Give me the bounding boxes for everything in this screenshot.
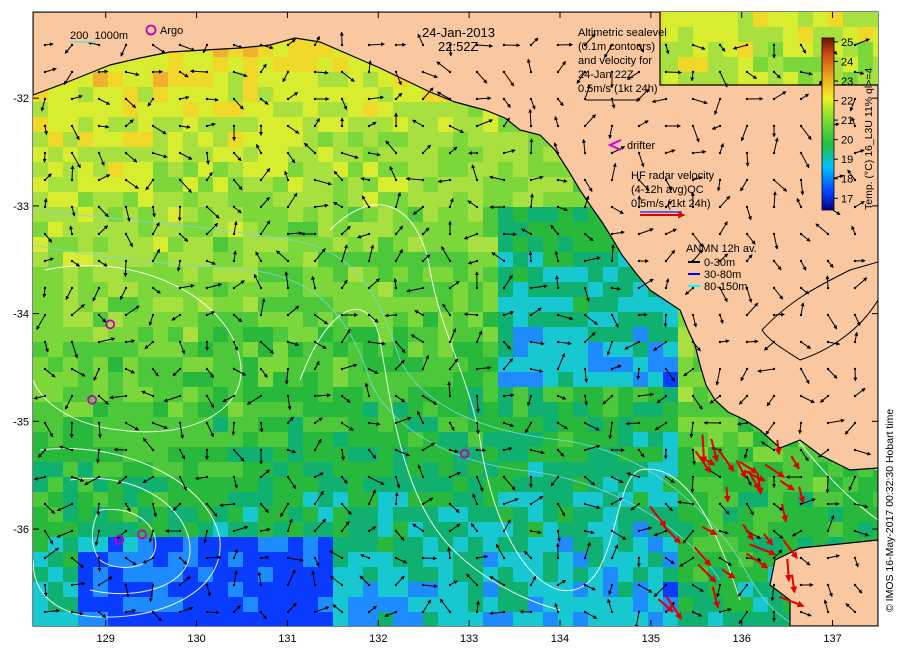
colorbar-tick-label: 20 xyxy=(841,135,853,147)
svg-text:80-150m: 80-150m xyxy=(704,281,747,293)
svg-text:30-80m: 30-80m xyxy=(704,269,741,281)
credit-text: © IMOS 16-May-2017 00:32:30 Hobart time xyxy=(884,409,896,612)
hf-radar-note: HF radar velocity (4-12h avg)QC 0.5m/s (… xyxy=(631,170,715,219)
x-tick-label: 137 xyxy=(823,633,841,645)
bathymetry-legend-label: 200 1000m xyxy=(70,30,128,42)
y-tick-label: -36 xyxy=(13,524,29,536)
title-time: 22:52Z xyxy=(438,39,479,54)
colorbar-tick-label: 18 xyxy=(841,174,853,186)
svg-text:0.5m/s (1kt 24h): 0.5m/s (1kt 24h) xyxy=(631,198,710,210)
svg-text:(4-12h avg)QC: (4-12h avg)QC xyxy=(631,184,704,196)
colorbar-tick-label: 22 xyxy=(841,96,853,108)
x-tick-label: 135 xyxy=(642,633,660,645)
x-tick-label: 130 xyxy=(187,633,205,645)
y-tick-label: -33 xyxy=(13,201,29,213)
colorbar-tick-label: 17 xyxy=(841,193,853,205)
x-tick-label: 132 xyxy=(369,633,387,645)
y-tick-label: -34 xyxy=(13,309,29,321)
sst-map-figure: 25 24 23 22 21 20 19 18 17 Temp. (°C) 16_L3U 11%… xyxy=(13,11,896,645)
svg-text:0.5m/s (1kt 24h): 0.5m/s (1kt 24h) xyxy=(578,83,657,95)
x-tick-label: 129 xyxy=(97,633,115,645)
y-tick-label: -32 xyxy=(13,93,29,105)
colorbar-label: Temp. (°C) 16_L3U 11% ql>=4 xyxy=(863,68,875,210)
colorbar-tick-label: 21 xyxy=(841,115,853,127)
argo-legend-label: Argo xyxy=(160,25,183,37)
svg-text:24-Jan 22Z: 24-Jan 22Z xyxy=(578,69,634,81)
colorbar-tick-label: 25 xyxy=(841,37,853,49)
drifter-legend-label: drifter xyxy=(627,140,655,152)
colorbar-tick-label: 24 xyxy=(841,56,853,68)
x-tick-label: 131 xyxy=(278,633,296,645)
colorbar-tick-label: 19 xyxy=(841,154,853,166)
svg-text:(0.1m contours): (0.1m contours) xyxy=(578,41,655,53)
x-tick-label: 136 xyxy=(733,633,751,645)
colorbar-tick-label: 23 xyxy=(841,76,853,88)
x-tick-label: 133 xyxy=(460,633,478,645)
title-date: 24-Jan-2013 xyxy=(422,25,495,40)
svg-text:and velocity for: and velocity for xyxy=(578,55,652,67)
y-tick-label: -35 xyxy=(13,416,29,428)
x-tick-label: 134 xyxy=(551,633,569,645)
svg-text:ANMN 12h av.: ANMN 12h av. xyxy=(686,243,757,255)
svg-text:0-30m: 0-30m xyxy=(704,257,735,269)
svg-text:Altimetric sealevel: Altimetric sealevel xyxy=(578,27,667,39)
svg-text:HF radar velocity: HF radar velocity xyxy=(631,170,715,182)
